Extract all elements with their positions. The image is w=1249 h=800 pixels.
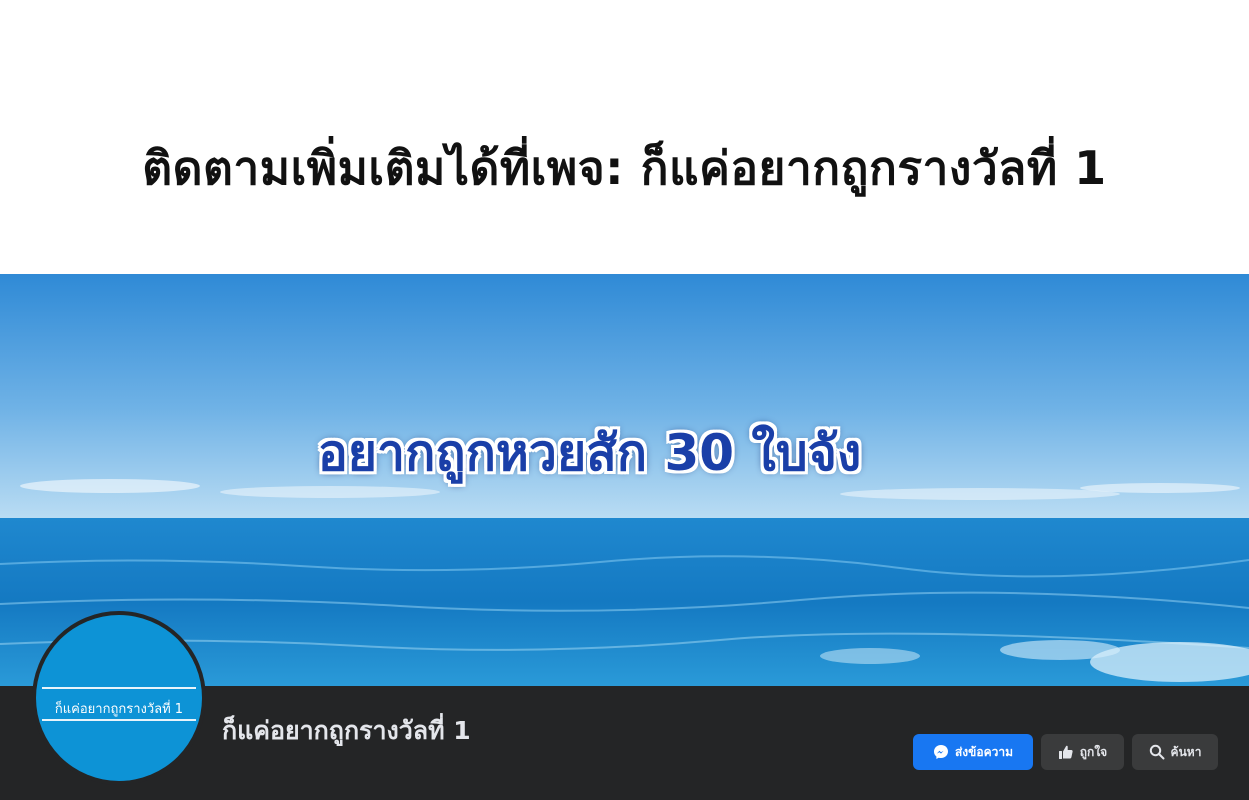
- cover-caption: อยากถูกหวยสัก 30 ใบจัง: [317, 424, 862, 482]
- search-button-label: ค้นหา: [1170, 744, 1202, 759]
- like-button-label: ถูกใจ: [1079, 744, 1108, 759]
- messenger-icon: [933, 744, 949, 760]
- page: ติดตามเพิ่มเติมได้ที่เพจ: ก็แค่อยากถูกรา…: [0, 0, 1249, 800]
- message-button[interactable]: ส่งข้อความ: [913, 734, 1033, 770]
- avatar[interactable]: ก็แค่อยากถูกรางวัลที่ 1: [32, 611, 206, 785]
- avatar-text: ก็แค่อยากถูกรางวัลที่ 1: [54, 702, 184, 717]
- avatar-image: ก็แค่อยากถูกรางวัลที่ 1: [36, 615, 202, 781]
- page-name[interactable]: ก็แค่อยากถูกรางวัลที่ 1: [222, 711, 471, 751]
- like-button[interactable]: ถูกใจ: [1041, 734, 1124, 770]
- search-icon: [1149, 744, 1165, 760]
- headline-area: ติดตามเพิ่มเติมได้ที่เพจ: ก็แค่อยากถูกรา…: [0, 0, 1249, 274]
- avatar-divider-bottom: [42, 719, 196, 721]
- headline-text: ติดตามเพิ่มเติมได้ที่เพจ: ก็แค่อยากถูกรา…: [142, 141, 1107, 195]
- search-button[interactable]: ค้นหา: [1132, 734, 1218, 770]
- cover-photo[interactable]: อยากถูกหวยสัก 30 ใบจัง: [0, 274, 1249, 686]
- message-button-label: ส่งข้อความ: [954, 744, 1013, 759]
- thumbs-up-icon: [1058, 744, 1074, 760]
- avatar-divider-top: [42, 687, 196, 689]
